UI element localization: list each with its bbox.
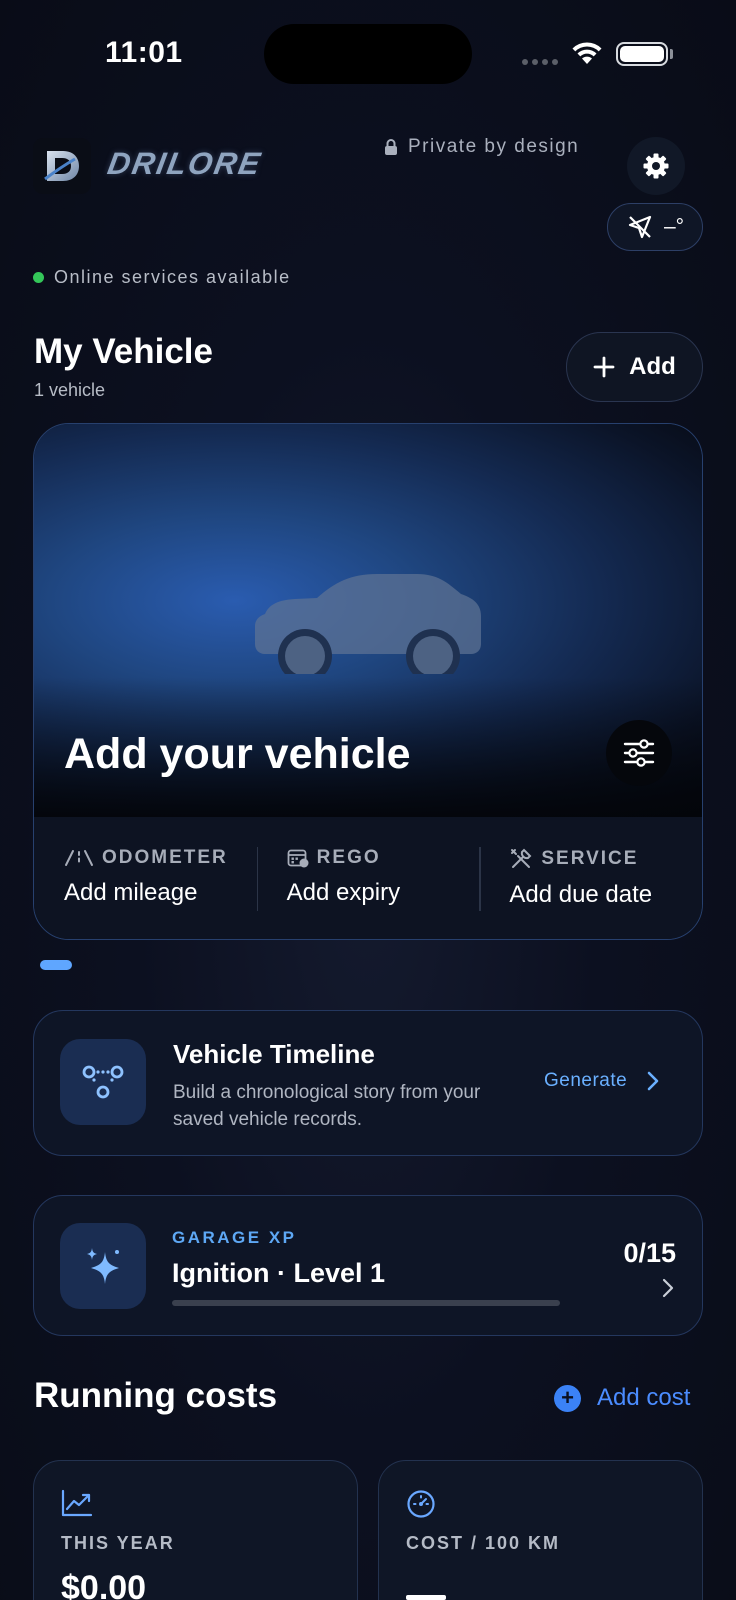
online-status-text: Online services available <box>54 267 291 287</box>
odometer-value: Add mileage <box>64 879 198 906</box>
plus-circle-icon: + <box>554 1384 581 1412</box>
online-status: Online services available <box>33 267 291 288</box>
stat-rego[interactable]: REGO Add expiry <box>256 817 480 939</box>
timeline-nodes-icon <box>82 1065 124 1099</box>
timeline-icon-tile <box>60 1039 146 1125</box>
gear-icon <box>643 153 669 179</box>
odometer-label: ODOMETER <box>102 847 228 868</box>
chevron-right-icon <box>647 1071 659 1091</box>
add-vehicle-button[interactable]: Add <box>566 332 703 402</box>
vehicle-hero: Add your vehicle <box>34 424 702 817</box>
vehicle-stats-row: ODOMETER Add mileage REGO Add expiry SER… <box>34 817 702 939</box>
generate-label: Generate <box>544 1070 628 1091</box>
status-time: 11:01 <box>105 36 183 69</box>
service-label: SERVICE <box>541 848 639 869</box>
trend-chart-icon <box>61 1489 93 1517</box>
garage-xp-label: GARAGE XP <box>172 1228 297 1247</box>
running-costs-heading: Running costs <box>34 1376 278 1415</box>
sparkles-icon <box>87 1248 119 1284</box>
my-vehicle-heading: My Vehicle <box>34 332 213 371</box>
cellular-signal-icon <box>522 59 558 65</box>
sliders-icon <box>623 739 655 767</box>
garage-xp-card[interactable]: GARAGE XP Ignition · Level 1 0/15 <box>33 1195 703 1336</box>
plus-icon <box>593 356 615 378</box>
timeline-description: Build a chronological story from your sa… <box>173 1082 481 1130</box>
cost-per-100km-empty-dash <box>406 1595 446 1600</box>
privacy-text: Private by design <box>408 136 580 157</box>
vehicle-options-button[interactable] <box>606 720 672 786</box>
this-year-value: $0.00 <box>61 1569 147 1600</box>
app-logo <box>33 138 91 194</box>
vehicle-card[interactable]: Add your vehicle ODOMETER Add mileage RE… <box>33 423 703 940</box>
brand-wordmark: DRILORE <box>105 146 265 181</box>
rego-label: REGO <box>316 847 381 868</box>
carousel-page-indicator <box>40 960 72 970</box>
xp-progress-count: 0/15 <box>623 1238 676 1268</box>
battery-icon <box>616 42 668 66</box>
stat-odometer[interactable]: ODOMETER Add mileage <box>34 817 257 939</box>
xp-icon-tile <box>60 1223 146 1309</box>
xp-progress-bar <box>172 1300 560 1306</box>
location-off-icon <box>628 215 652 239</box>
garage-xp-level: Ignition · Level 1 <box>172 1258 386 1288</box>
battery-tip <box>670 49 673 59</box>
add-cost-button[interactable]: + Add cost <box>554 1384 690 1412</box>
this-year-label: THIS YEAR <box>61 1533 175 1553</box>
vehicle-count: 1 vehicle <box>34 380 106 400</box>
service-value: Add due date <box>509 881 653 908</box>
cost-card-this-year[interactable]: THIS YEAR $0.00 <box>33 1460 358 1600</box>
dynamic-island <box>264 24 472 84</box>
location-reading: –° <box>663 215 685 238</box>
location-status-pill[interactable]: –° <box>607 203 703 251</box>
privacy-notice: Private by design <box>384 136 579 158</box>
speedometer-icon <box>407 1490 435 1518</box>
cost-card-per-100km[interactable]: COST / 100 KM <box>378 1460 703 1600</box>
online-dot-icon <box>33 272 44 283</box>
add-vehicle-label: Add <box>629 353 676 380</box>
vehicle-card-title: Add your vehicle <box>64 730 411 778</box>
generate-timeline-button[interactable]: Generate <box>544 1070 659 1092</box>
calendar-icon <box>287 849 309 868</box>
cost-per-100km-label: COST / 100 KM <box>406 1533 561 1553</box>
car-placeholder-icon <box>255 574 481 674</box>
timeline-title: Vehicle Timeline <box>173 1039 375 1069</box>
settings-button[interactable] <box>627 137 685 195</box>
add-cost-label: Add cost <box>597 1384 691 1411</box>
wrench-icon <box>511 848 532 868</box>
odometer-icon <box>65 850 93 866</box>
wifi-icon <box>570 40 604 71</box>
lock-icon <box>385 139 397 155</box>
chevron-right-icon <box>662 1278 674 1298</box>
rego-value: Add expiry <box>286 879 401 906</box>
vehicle-timeline-card[interactable]: Vehicle Timeline Build a chronological s… <box>33 1010 703 1156</box>
stat-service[interactable]: SERVICE Add due date <box>479 817 702 939</box>
